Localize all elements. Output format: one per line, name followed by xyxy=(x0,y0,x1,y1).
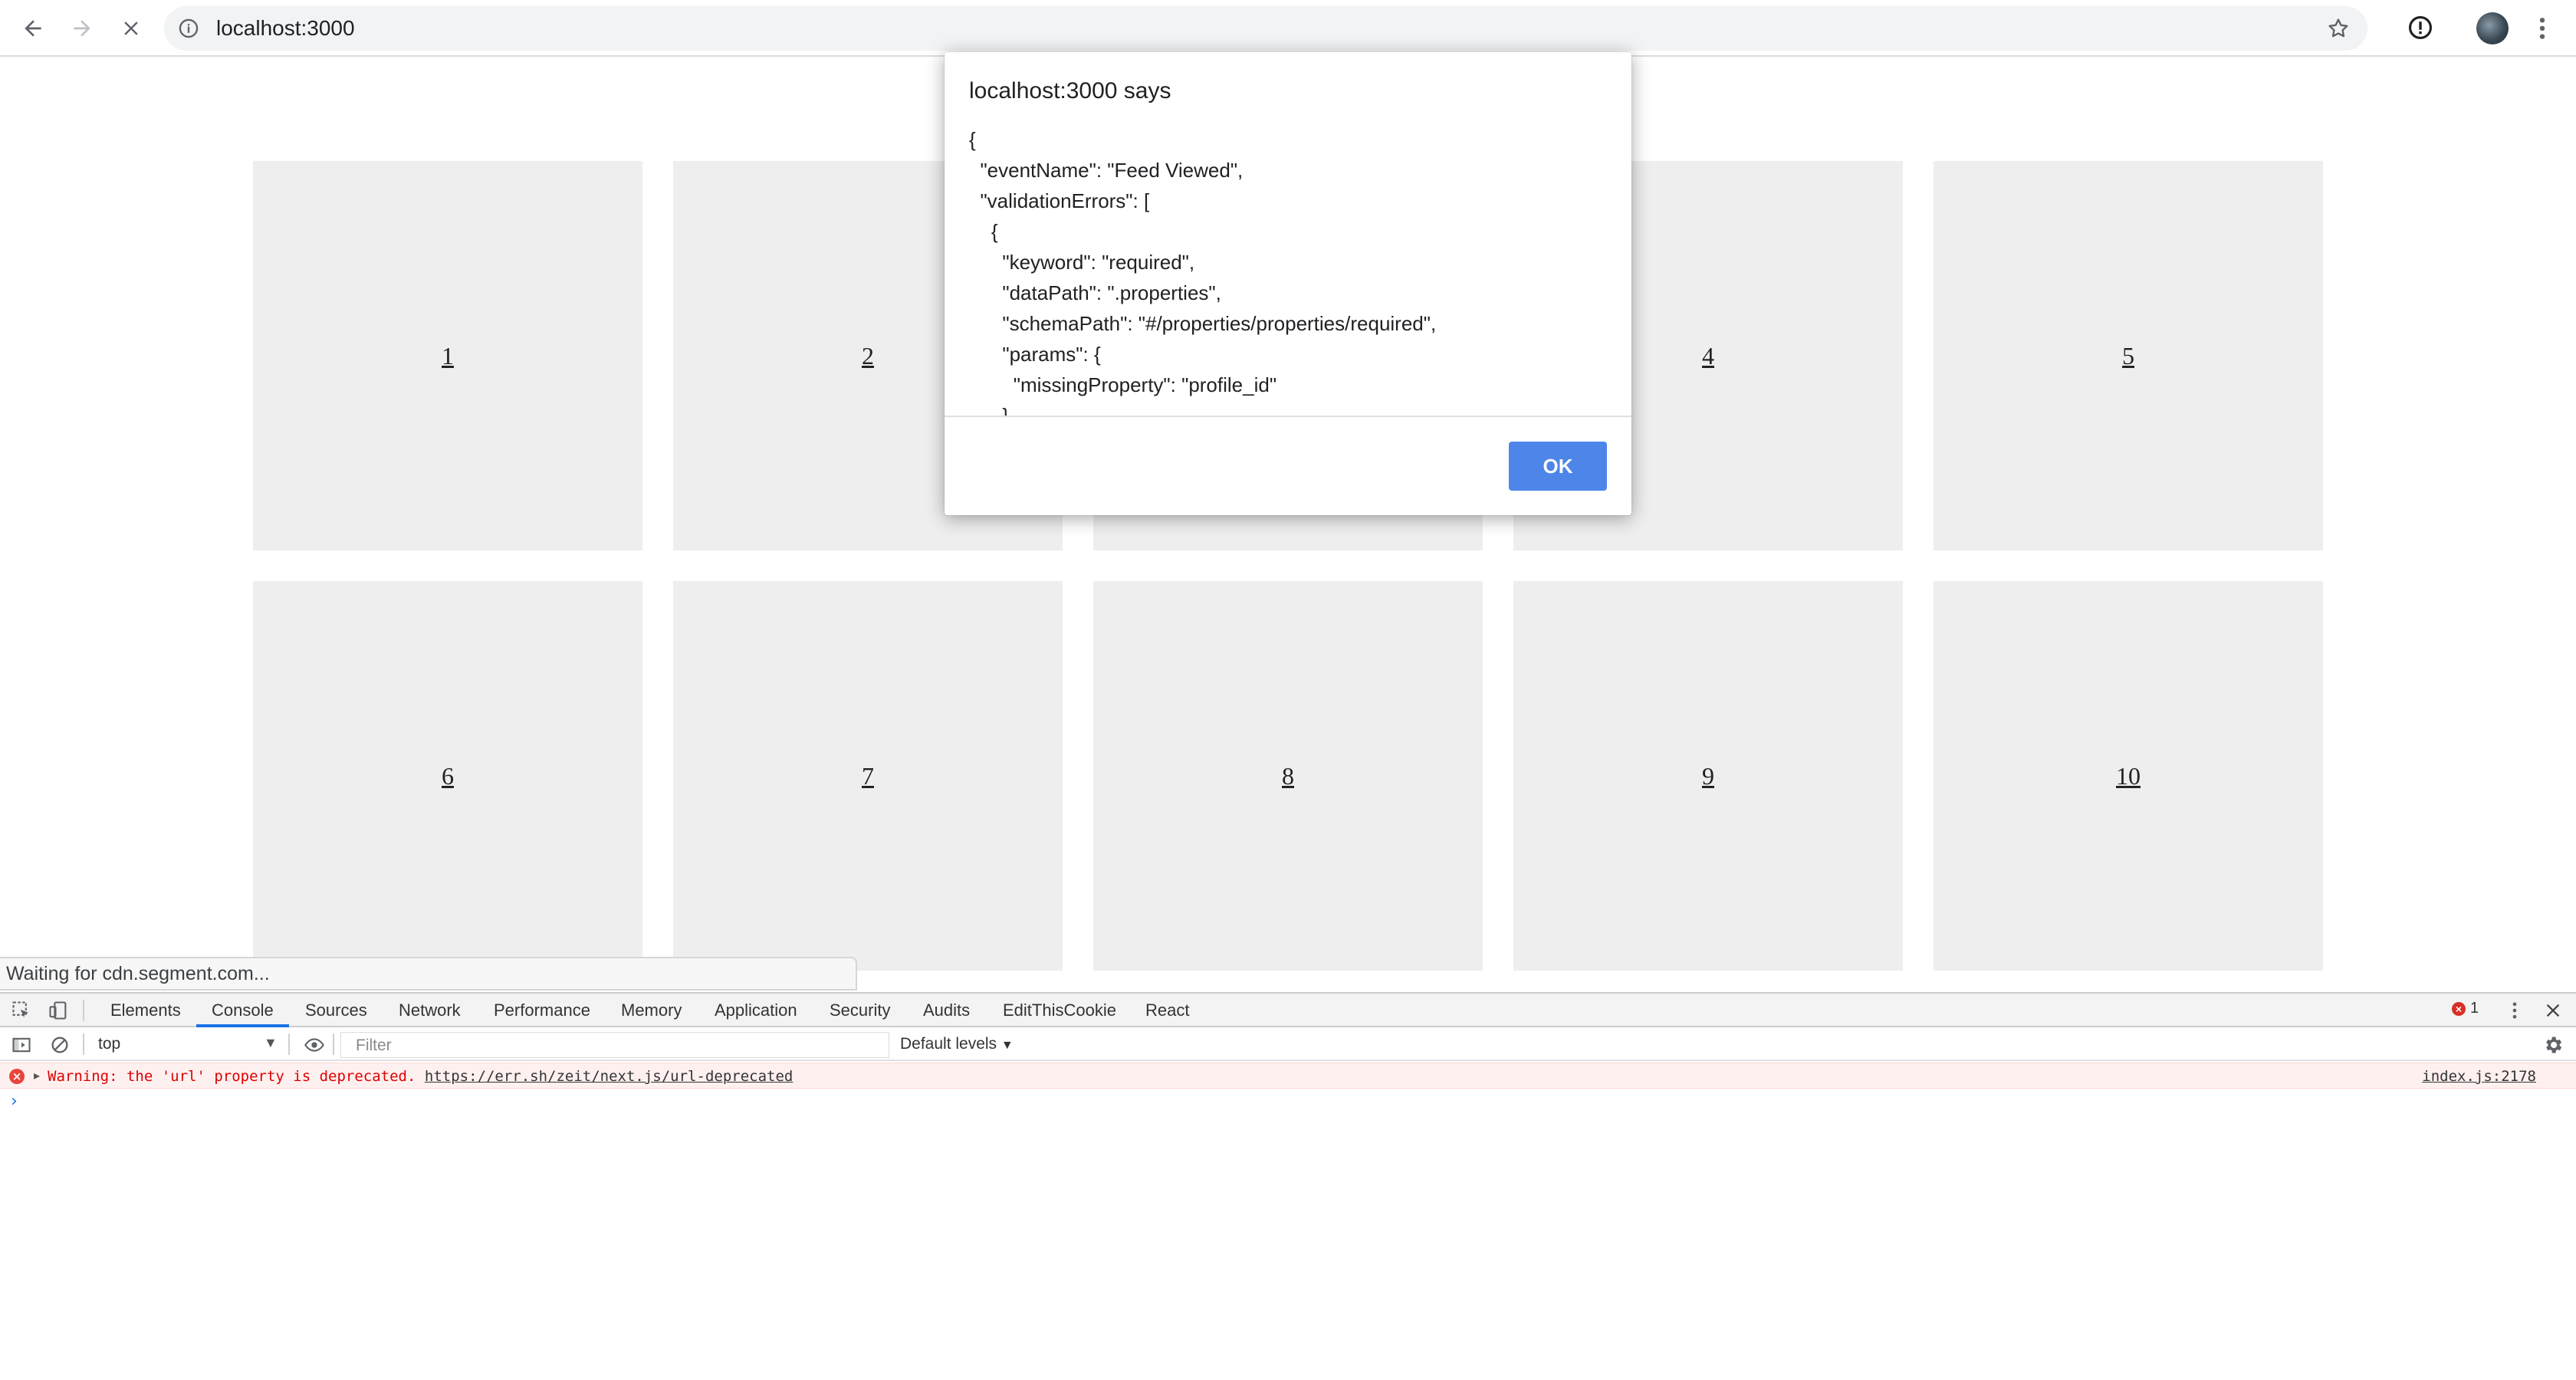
feed-tile[interactable]: 1 xyxy=(253,161,642,550)
tile-link[interactable]: 9 xyxy=(1702,762,1714,790)
devtools-tab-bar: Elements Console Sources Network Perform… xyxy=(0,994,2576,1027)
feed-tile[interactable]: 10 xyxy=(1934,581,2323,971)
inspect-element-icon[interactable] xyxy=(11,1000,32,1021)
tile-link[interactable]: 10 xyxy=(2116,762,2141,790)
more-vert-icon[interactable] xyxy=(2530,14,2555,43)
address-bar[interactable]: localhost:3000 xyxy=(164,6,2367,51)
error-icon: × xyxy=(2452,1001,2466,1016)
gear-icon[interactable] xyxy=(2542,1034,2564,1056)
console-filter-input[interactable] xyxy=(340,1032,889,1058)
arrow-right-icon xyxy=(74,20,90,37)
clear-console-icon[interactable] xyxy=(49,1034,71,1056)
error-count: 1 xyxy=(2470,1000,2479,1017)
tab-elements[interactable]: Elements xyxy=(110,994,181,1027)
error-docs-link[interactable]: https://err.sh/zeit/next.js/url-deprecat… xyxy=(425,1068,793,1085)
tab-security[interactable]: Security xyxy=(830,994,890,1027)
error-counter[interactable]: × 1 xyxy=(2452,1000,2479,1017)
url-text[interactable]: localhost:3000 xyxy=(216,16,355,41)
chevron-down-icon: ▼ xyxy=(1001,1039,1014,1052)
toolbar-divider xyxy=(83,1033,84,1055)
console-toolbar: top ▼ Filter Default levels ▼ xyxy=(0,1029,2576,1061)
tile-link[interactable]: 4 xyxy=(1702,342,1714,370)
tab-console[interactable]: Console xyxy=(196,994,289,1027)
tile-link[interactable]: 1 xyxy=(442,342,454,370)
feed-tile[interactable]: 6 xyxy=(253,581,642,971)
device-toolbar-icon[interactable] xyxy=(48,1000,69,1021)
more-vert-icon[interactable] xyxy=(2504,1000,2525,1021)
feed-tile[interactable]: 5 xyxy=(1934,161,2323,550)
alert-circle-icon[interactable] xyxy=(2407,15,2433,41)
error-text: Warning: the 'url' property is deprecate… xyxy=(48,1068,793,1085)
avatar[interactable] xyxy=(2476,12,2509,44)
tab-sources[interactable]: Sources xyxy=(305,994,367,1027)
arrow-left-icon xyxy=(25,20,41,37)
toolbar-divider xyxy=(83,1000,84,1021)
dialog-divider xyxy=(945,416,1631,417)
tile-link[interactable]: 7 xyxy=(862,762,874,790)
star-icon[interactable] xyxy=(2326,16,2351,41)
info-icon[interactable] xyxy=(178,18,199,39)
devtools-panel: Elements Console Sources Network Perform… xyxy=(0,992,2576,1380)
error-source-link[interactable]: index.js:2178 xyxy=(2422,1068,2536,1085)
feed-tile[interactable]: 7 xyxy=(673,581,1063,971)
forward-button[interactable] xyxy=(66,12,98,44)
error-icon: × xyxy=(9,1069,25,1084)
tile-link[interactable]: 8 xyxy=(1282,762,1294,790)
browser-toolbar: localhost:3000 xyxy=(0,0,2576,57)
error-message-text: Warning: the 'url' property is deprecate… xyxy=(48,1068,425,1085)
expand-triangle-icon[interactable]: ▸ xyxy=(34,1068,40,1083)
tile-link[interactable]: 2 xyxy=(862,342,874,370)
filter-placeholder: Filter xyxy=(356,1037,392,1054)
tab-application[interactable]: Application xyxy=(715,994,797,1027)
tab-performance[interactable]: Performance xyxy=(494,994,590,1027)
sidebar-toggle-icon[interactable] xyxy=(11,1034,32,1056)
tile-link[interactable]: 5 xyxy=(2122,342,2134,370)
close-icon[interactable] xyxy=(2542,1000,2564,1021)
loading-status: Waiting for cdn.segment.com... xyxy=(0,957,857,991)
tab-react[interactable]: React xyxy=(1145,994,1189,1027)
tab-editthiscookie[interactable]: EditThisCookie xyxy=(1003,994,1116,1027)
dialog-title: localhost:3000 says xyxy=(969,78,1171,104)
alert-dialog: localhost:3000 says { "eventName": "Feed… xyxy=(945,52,1631,515)
toolbar-divider xyxy=(288,1033,290,1055)
chevron-down-icon[interactable]: ▼ xyxy=(264,1035,278,1051)
eye-icon[interactable] xyxy=(304,1034,325,1056)
stop-loading-button[interactable] xyxy=(115,12,147,44)
feed-tile[interactable]: 9 xyxy=(1513,581,1903,971)
feed-tile[interactable]: 8 xyxy=(1093,581,1483,971)
tile-link[interactable]: 6 xyxy=(442,762,454,790)
log-levels-dropdown[interactable]: Default levels ▼ xyxy=(900,1035,1014,1053)
context-select[interactable]: top xyxy=(98,1035,120,1053)
tab-audits[interactable]: Audits xyxy=(923,994,970,1027)
console-error-message: × ▸ Warning: the 'url' property is depre… xyxy=(0,1063,2576,1089)
tab-network[interactable]: Network xyxy=(399,994,461,1027)
tab-memory[interactable]: Memory xyxy=(621,994,682,1027)
back-button[interactable] xyxy=(17,12,49,44)
toolbar-divider xyxy=(333,1033,334,1055)
console-prompt[interactable]: › xyxy=(11,1092,18,1111)
log-levels-label: Default levels xyxy=(900,1035,997,1053)
close-icon xyxy=(124,21,138,35)
ok-button[interactable]: OK xyxy=(1509,442,1607,491)
